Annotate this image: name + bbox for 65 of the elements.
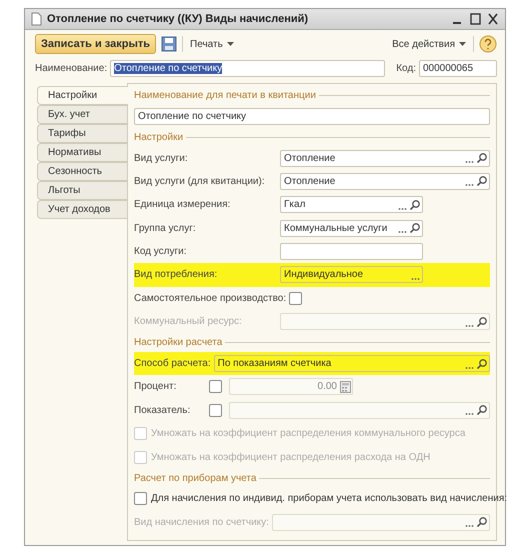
name-field[interactable]: Отопление по счетчику bbox=[110, 60, 386, 77]
field-label: Вид услуги (для квитанции): bbox=[134, 176, 266, 187]
caret-icon bbox=[459, 42, 466, 46]
field-label: Самостоятельное производство: bbox=[134, 292, 286, 304]
checkbox-label: Умножать на коэффициент распределения коммунального ресурса bbox=[151, 428, 466, 440]
tab[interactable]: Учет доходов bbox=[37, 200, 127, 219]
field-label: Единица измерения: bbox=[134, 199, 232, 210]
field-label: Процент: bbox=[134, 381, 178, 392]
input-field[interactable]: Отопление по счетчику bbox=[134, 108, 490, 125]
input-field[interactable]: Отопление bbox=[280, 172, 490, 190]
field-label: Вид услуги: bbox=[134, 152, 189, 164]
search-icon[interactable] bbox=[409, 198, 421, 211]
input-field[interactable]: Коммунальные услуги bbox=[280, 220, 423, 237]
input-field[interactable] bbox=[280, 243, 423, 260]
checkbox[interactable] bbox=[289, 292, 302, 305]
tab[interactable]: Настройки bbox=[37, 86, 128, 105]
field-value: Отопление bbox=[284, 176, 336, 187]
close-icon[interactable] bbox=[487, 12, 499, 26]
section-title: Настройки bbox=[134, 132, 184, 143]
field-label: Наименование: bbox=[35, 63, 108, 74]
checkbox-label: Для начисления по индивид. приборам учета использовать вид начисления: bbox=[151, 493, 508, 504]
field-label: Код: bbox=[396, 63, 416, 74]
field-value: 000000065 bbox=[423, 63, 474, 74]
field-label: Коммунальный ресурс: bbox=[134, 316, 243, 328]
field-value: Индивидуальное bbox=[284, 269, 364, 280]
input-field[interactable]: Гкал bbox=[280, 196, 423, 214]
input-field[interactable]: Отопление bbox=[280, 150, 490, 167]
window-title: Отопление по счетчику ((КУ) Виды начислений) bbox=[47, 13, 310, 25]
field-value: Отопление по счетчику bbox=[138, 110, 248, 122]
field-label: Вид начисления по счетчику: bbox=[134, 516, 269, 528]
help-icon[interactable] bbox=[479, 35, 497, 53]
field-value: По показаниям счетчика bbox=[218, 358, 332, 370]
field-value: Отопление по счетчику bbox=[114, 63, 222, 74]
field-label: Способ расчета: bbox=[134, 358, 211, 370]
section-title: Наименование для печати в квитанции bbox=[134, 90, 316, 101]
tab[interactable]: Нормативы bbox=[37, 143, 127, 162]
field-label: Показатель: bbox=[134, 404, 192, 416]
checkbox-label: Умножать на коэффициент распределения расхода на ОДН bbox=[151, 452, 430, 463]
search-icon[interactable] bbox=[476, 175, 488, 188]
all-actions-button[interactable]: Все действия bbox=[390, 36, 468, 52]
section-title: Расчет по приборам учета bbox=[134, 472, 256, 484]
field-label: Код услуги: bbox=[134, 246, 188, 258]
checkbox[interactable] bbox=[134, 492, 147, 506]
tab[interactable]: Тарифы bbox=[37, 124, 127, 143]
search-icon[interactable] bbox=[476, 152, 488, 164]
field-value: Коммунальные услуги bbox=[284, 222, 388, 234]
save-close-button[interactable]: Записать и закрыть bbox=[35, 34, 156, 54]
tab[interactable]: Бух. учет bbox=[37, 105, 127, 124]
section-title: Настройки расчета bbox=[134, 337, 222, 348]
search-icon[interactable] bbox=[409, 222, 421, 234]
field-value: 0.00 bbox=[316, 381, 338, 392]
tab[interactable]: Сезонность bbox=[37, 162, 127, 181]
document-icon bbox=[31, 12, 42, 26]
field-value: Гкал bbox=[284, 199, 306, 210]
input-field[interactable]: По показаниям счетчика bbox=[214, 355, 490, 372]
maximize-icon[interactable] bbox=[469, 12, 481, 26]
search-icon[interactable] bbox=[476, 358, 488, 370]
code-field[interactable]: 000000065 bbox=[419, 60, 497, 77]
field-label: Группа услуг: bbox=[134, 222, 197, 234]
print-menu-button[interactable]: Печать bbox=[188, 36, 236, 52]
field-value: Отопление bbox=[284, 152, 336, 164]
field-label: Вид потребления: bbox=[134, 269, 218, 280]
tab[interactable]: Льготы bbox=[37, 181, 127, 200]
caret-icon bbox=[226, 42, 234, 46]
input-field[interactable]: Индивидуальное bbox=[280, 266, 423, 284]
